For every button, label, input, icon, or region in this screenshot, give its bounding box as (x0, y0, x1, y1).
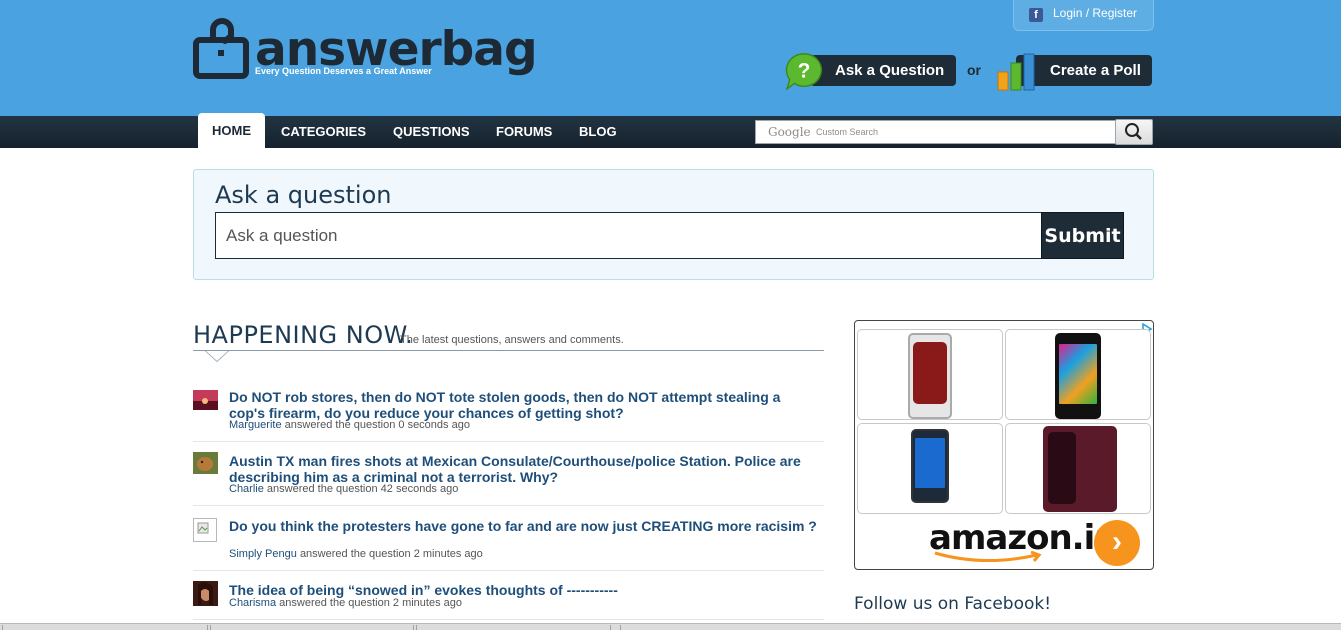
question-link[interactable]: Austin TX man fires shots at Mexican Con… (229, 453, 819, 485)
status-bar (0, 623, 1341, 630)
create-poll-button[interactable]: Create a Poll (996, 52, 1152, 94)
feed-meta: Simply Pengu answered the question 2 min… (229, 548, 483, 560)
question-link[interactable]: Do you think the protesters have gone to… (229, 518, 819, 534)
poll-chart-icon (997, 53, 1035, 91)
feed-item: Austin TX man fires shots at Mexican Con… (193, 452, 824, 506)
feed-time: 2 minutes ago (392, 597, 462, 609)
nav-home[interactable]: HOME (198, 113, 265, 148)
feed-meta: Charisma answered the question 2 minutes… (229, 597, 462, 609)
feed-action: answered the question (266, 483, 378, 495)
search-placeholder: Custom Search (816, 127, 879, 137)
user-link[interactable]: Marguerite (229, 419, 282, 431)
ask-panel-title: Ask a question (215, 181, 392, 209)
ask-question-input[interactable] (215, 212, 1042, 259)
ask-question-button[interactable]: Ask a Question ? (784, 52, 956, 94)
happening-subtitle: The latest questions, answers and commen… (400, 334, 624, 346)
feed-action: answered the question (279, 597, 390, 609)
nav-questions[interactable]: QUESTIONS (393, 116, 470, 148)
user-link[interactable]: Simply Pengu (229, 548, 297, 560)
avatar[interactable] (193, 390, 218, 410)
feed-item: Do NOT rob stores, then do NOT tote stol… (193, 389, 824, 442)
avatar[interactable] (193, 581, 218, 606)
logo-tagline: Every Question Deserves a Great Answer (255, 66, 432, 76)
feed-time: 42 seconds ago (380, 483, 459, 495)
feed-action: answered the question (299, 548, 411, 560)
google-logo: Google (768, 125, 811, 139)
or-separator: or (967, 62, 981, 78)
nav-forums[interactable]: FORUMS (496, 116, 552, 148)
ad-next-arrow-icon[interactable]: › (1094, 520, 1140, 566)
ad-product-tile[interactable] (857, 329, 1003, 420)
amazon-ad[interactable]: amazon.in › (854, 320, 1154, 570)
create-poll-label: Create a Poll (1050, 62, 1141, 79)
submit-button[interactable]: Submit (1041, 212, 1124, 259)
feed-item: The idea of being “snowed in” evokes tho… (193, 581, 824, 620)
site-search-input[interactable]: Google Custom Search (755, 120, 1116, 144)
search-button[interactable] (1115, 119, 1153, 145)
site-header: answerbag Every Question Deserves a Grea… (0, 0, 1341, 116)
feed-meta: Charlie answered the question 42 seconds… (229, 483, 458, 495)
broken-image-avatar[interactable] (193, 518, 217, 542)
login-register-link[interactable]: f Login / Register (1013, 0, 1154, 31)
follow-facebook-heading: Follow us on Facebook! (854, 594, 1052, 614)
ad-product-tile[interactable] (1005, 329, 1151, 420)
feed-meta: Marguerite answered the question 0 secon… (229, 419, 470, 431)
amazon-smile-icon (934, 551, 1042, 563)
question-link[interactable]: The idea of being “snowed in” evokes tho… (229, 582, 819, 598)
happening-title: HAPPENING NOW. (193, 321, 414, 349)
ad-product-tile[interactable] (1005, 423, 1151, 514)
magnifier-icon (1125, 123, 1142, 140)
divider (193, 350, 824, 351)
question-link[interactable]: Do NOT rob stores, then do NOT tote stol… (229, 389, 819, 421)
ask-question-panel: Ask a question Submit (193, 169, 1154, 280)
avatar[interactable] (193, 452, 218, 474)
nav-blog[interactable]: BLOG (579, 116, 617, 148)
answerbag-logo[interactable]: answerbag Every Question Deserves a Grea… (193, 18, 538, 80)
feed-item: Do you think the protesters have gone to… (193, 518, 824, 571)
facebook-icon: f (1029, 8, 1043, 22)
ask-question-bar: Ask a Question (810, 55, 956, 86)
user-link[interactable]: Charisma (229, 597, 276, 609)
ask-question-label: Ask a Question (835, 62, 945, 79)
ad-product-tile[interactable] (857, 423, 1003, 514)
happening-now-header: HAPPENING NOW. The latest questions, ans… (193, 318, 824, 362)
question-bubble-icon: ? (785, 53, 823, 90)
logo-bag-icon (193, 18, 249, 79)
login-register-label: Login / Register (1053, 6, 1138, 20)
svg-text:?: ? (798, 60, 811, 83)
feed-time: 0 seconds ago (398, 419, 470, 431)
feed-action: answered the question (284, 419, 396, 431)
feed-time: 2 minutes ago (413, 548, 483, 560)
user-link[interactable]: Charlie (229, 483, 264, 495)
nav-categories[interactable]: CATEGORIES (281, 116, 366, 148)
